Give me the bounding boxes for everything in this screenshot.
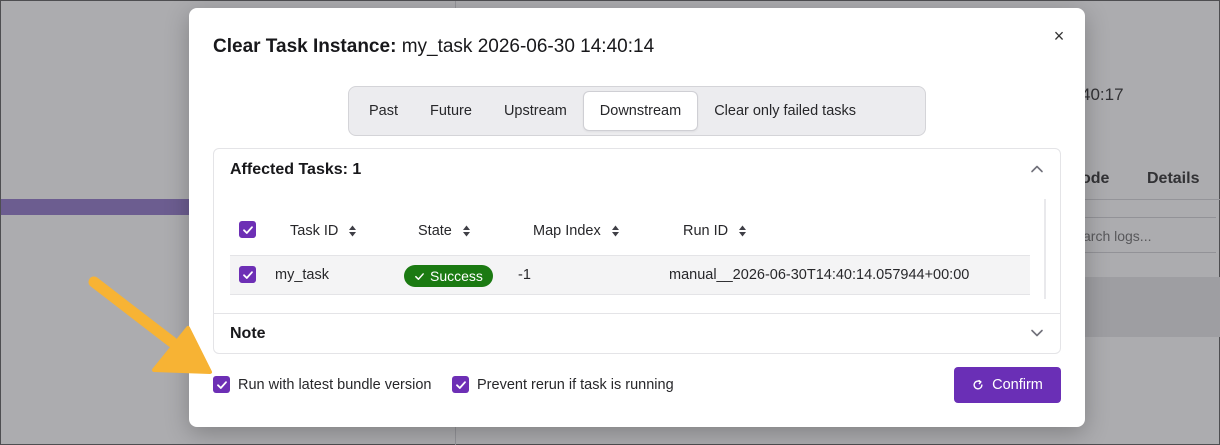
segment-downstream[interactable]: Downstream — [582, 91, 699, 131]
cell-task-id: my_task — [275, 267, 329, 283]
note-heading[interactable]: Note — [230, 325, 266, 343]
column-map-index[interactable]: Map Index — [533, 223, 620, 239]
affected-tasks-accordion: Affected Tasks: 1 Task ID State Map Inde… — [213, 148, 1061, 354]
chevron-up-icon[interactable] — [1027, 159, 1047, 179]
column-run-id-label: Run ID — [683, 223, 729, 239]
close-button[interactable]: × — [1047, 24, 1071, 48]
sort-icon — [611, 225, 619, 237]
prevent-rerun-label: Prevent rerun if task is running — [477, 376, 674, 393]
refresh-icon — [973, 379, 983, 390]
confirm-button-label: Confirm — [992, 377, 1043, 393]
column-task-id[interactable]: Task ID — [290, 223, 357, 239]
check-icon — [415, 272, 424, 280]
sort-icon — [462, 225, 470, 237]
column-state[interactable]: State — [418, 223, 471, 239]
run-latest-bundle-label: Run with latest bundle version — [238, 376, 432, 393]
sort-icon — [739, 225, 747, 237]
checkmark-icon — [242, 225, 253, 234]
accordion-divider — [214, 313, 1060, 314]
confirm-button[interactable]: Confirm — [954, 367, 1061, 403]
checkmark-icon — [455, 380, 466, 389]
run-latest-bundle-option[interactable]: Run with latest bundle version — [213, 376, 431, 393]
affected-tasks-heading[interactable]: Affected Tasks: 1 — [230, 161, 361, 179]
table-header-row: Task ID State Map Index Run ID — [230, 209, 1030, 255]
prevent-rerun-option[interactable]: Prevent rerun if task is running — [452, 376, 674, 393]
segment-upstream[interactable]: Upstream — [488, 91, 583, 131]
select-all-checkbox[interactable] — [239, 221, 256, 238]
table-scrollbar[interactable] — [1044, 199, 1046, 299]
affected-tasks-table: Task ID State Map Index Run ID my_task S… — [230, 209, 1030, 295]
sort-icon — [349, 225, 357, 237]
row-checkbox[interactable] — [239, 266, 256, 283]
column-map-index-label: Map Index — [533, 223, 601, 239]
column-task-id-label: Task ID — [290, 223, 339, 239]
clear-task-dialog: Clear Task Instance: my_task 2026-06-30 … — [189, 8, 1085, 427]
close-icon: × — [1053, 26, 1065, 46]
column-state-label: State — [418, 223, 452, 239]
checkmark-icon — [242, 270, 253, 279]
chevron-down-icon[interactable] — [1027, 323, 1047, 343]
state-badge-label: Success — [430, 268, 483, 284]
column-run-id[interactable]: Run ID — [683, 223, 747, 239]
table-row[interactable]: my_task Success -1 manual__2026-06-30T14… — [230, 255, 1030, 295]
segment-future[interactable]: Future — [414, 91, 488, 131]
state-badge: Success — [404, 265, 493, 287]
segment-only-failed[interactable]: Clear only failed tasks — [698, 91, 872, 131]
dialog-title: Clear Task Instance: my_task 2026-06-30 … — [213, 36, 654, 58]
dialog-title-prefix: Clear Task Instance: — [213, 36, 402, 57]
segment-past[interactable]: Past — [353, 91, 414, 131]
dialog-title-task: my_task 2026-06-30 14:40:14 — [401, 36, 655, 57]
cell-map-index: -1 — [518, 267, 531, 283]
annotation-arrow-icon — [88, 276, 212, 374]
prevent-rerun-checkbox[interactable] — [452, 376, 469, 393]
cell-run-id: manual__2026-06-30T14:40:14.057944+00:00 — [669, 267, 970, 283]
clear-scope-segmented-control: Past Future Upstream Downstream Clear on… — [348, 86, 926, 136]
